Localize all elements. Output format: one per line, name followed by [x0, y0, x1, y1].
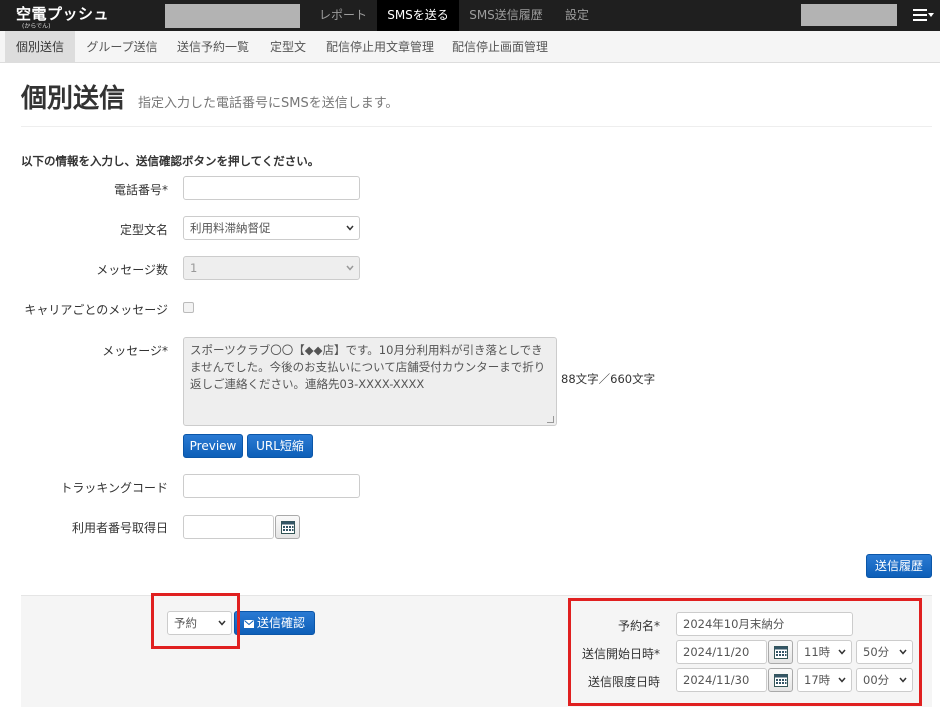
- calendar-button[interactable]: [275, 515, 300, 539]
- menu-icon[interactable]: [913, 9, 934, 21]
- top-navbar: 空電プッシュ (からでん) レポート SMSを送る SMS送信履歴 設定: [0, 0, 940, 31]
- user-redacted-box: [801, 4, 897, 26]
- account-redacted-box: [165, 4, 300, 28]
- nav-sms-history[interactable]: SMS送信履歴: [459, 0, 553, 31]
- page-subtitle: 指定入力した電話番号にSMSを送信します。: [138, 96, 399, 111]
- tab-templates[interactable]: 定型文: [263, 31, 313, 63]
- envelope-icon: [243, 620, 254, 628]
- chevron-down-icon: [346, 225, 354, 231]
- phone-input[interactable]: [183, 176, 360, 200]
- phone-label: 電話番号*: [113, 183, 168, 197]
- nav-settings[interactable]: 設定: [553, 0, 601, 31]
- tab-unsubscribe-text[interactable]: 配信停止用文章管理: [320, 31, 440, 63]
- sub-navbar: 個別送信 グループ送信 送信予約一覧 定型文 配信停止用文章管理 配信停止画面管…: [0, 31, 940, 63]
- carrier-message-checkbox[interactable]: [183, 302, 194, 313]
- message-count-value: 1: [190, 261, 198, 275]
- tracking-code-input[interactable]: [183, 474, 360, 498]
- url-shorten-button[interactable]: URL短縮: [247, 434, 313, 458]
- confirm-send-button[interactable]: 送信確認: [234, 611, 315, 635]
- template-select[interactable]: 利用料滞納督促: [183, 216, 360, 240]
- preview-button[interactable]: Preview: [183, 434, 243, 458]
- template-label: 定型文名: [119, 223, 168, 237]
- nav-report[interactable]: レポート: [309, 0, 377, 31]
- tab-individual-send[interactable]: 個別送信: [5, 31, 75, 63]
- page-title: 個別送信: [21, 84, 126, 114]
- tab-group-send[interactable]: グループ送信: [79, 31, 165, 63]
- acquired-date-label: 利用者番号取得日: [71, 521, 168, 535]
- confirm-send-label: 送信確認: [256, 616, 305, 630]
- calendar-icon: [281, 521, 295, 534]
- tab-unsubscribe-page[interactable]: 配信停止画面管理: [446, 31, 554, 63]
- message-label: メッセージ*: [102, 344, 168, 358]
- carrier-message-label: キャリアごとのメッセージ: [24, 303, 168, 317]
- message-count-select: 1: [183, 256, 360, 280]
- message-text: スポーツクラブ〇〇【◆◆店】です。10月分利用料が引き落としできませんでした。今…: [190, 343, 546, 391]
- divider: [21, 126, 932, 127]
- instruction-text: 以下の情報を入力し、送信確認ボタンを押してください。: [21, 154, 320, 168]
- resize-handle-icon[interactable]: [547, 416, 554, 423]
- app-logo-subtext: (からでん): [22, 23, 51, 30]
- template-select-value: 利用料滞納督促: [190, 221, 271, 235]
- caret-down-icon: [928, 13, 934, 17]
- character-counter: 88文字／660文字: [561, 372, 656, 386]
- highlight-reservation-panel: [568, 598, 922, 706]
- tab-reservation-list[interactable]: 送信予約一覧: [170, 31, 256, 63]
- app-logo[interactable]: 空電プッシュ (からでん): [16, 3, 109, 30]
- nav-send-sms[interactable]: SMSを送る: [377, 0, 459, 31]
- send-history-button[interactable]: 送信履歴: [866, 554, 932, 578]
- chevron-down-icon: [346, 265, 354, 271]
- message-textarea[interactable]: スポーツクラブ〇〇【◆◆店】です。10月分利用料が引き落としできませんでした。今…: [183, 337, 557, 426]
- tracking-code-label: トラッキングコード: [60, 481, 168, 495]
- highlight-send-mode: [151, 593, 240, 649]
- acquired-date-input[interactable]: [183, 515, 274, 539]
- message-count-label: メッセージ数: [96, 263, 168, 277]
